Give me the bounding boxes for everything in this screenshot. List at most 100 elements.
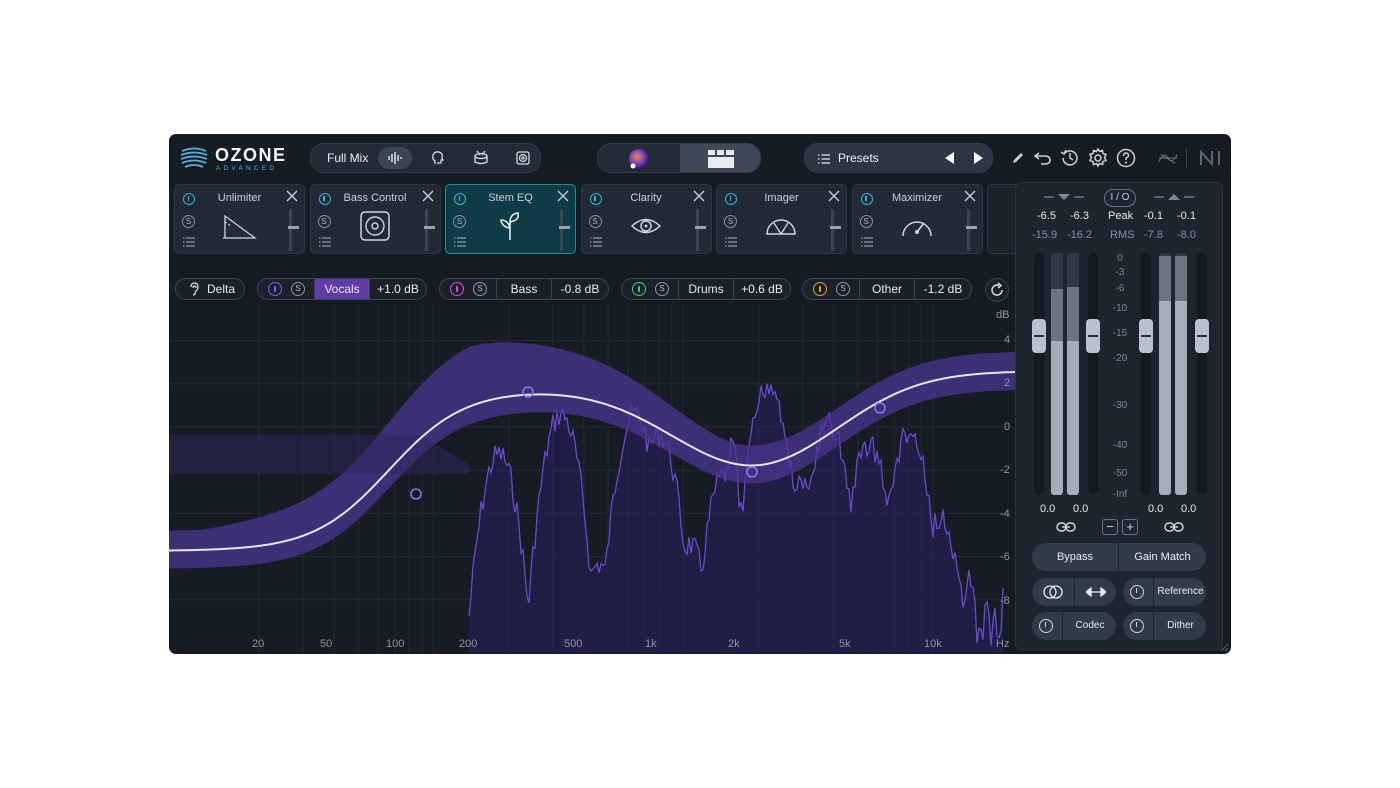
stem-gain-value[interactable]: +1.0 dB	[369, 279, 426, 299]
module-imager[interactable]: Imager S	[716, 184, 847, 254]
resize-grip-icon[interactable]	[1219, 642, 1229, 652]
settings-button[interactable]	[1087, 147, 1109, 169]
modules-view-button[interactable]	[680, 144, 760, 172]
gain-increase-button[interactable]: +	[1122, 519, 1138, 535]
module-gain-meter[interactable]	[830, 209, 841, 251]
reset-curve-button[interactable]	[985, 278, 1009, 302]
eq-graph[interactable]: dB 4 2 0 -2 -4 -6 -8 20 50 100 200 500 1k 2k 5k 10k Hz	[169, 304, 1015, 654]
vocals-mode-button[interactable]	[421, 147, 455, 169]
fader-knob[interactable]	[1032, 319, 1046, 353]
module-clarity[interactable]: Clarity S	[580, 184, 712, 254]
output-collapse-icon[interactable]	[1154, 193, 1194, 201]
stem-gain-value[interactable]: -0.8 dB	[551, 279, 608, 299]
reference-power-icon[interactable]	[1130, 585, 1144, 599]
solo-icon[interactable]: S	[317, 215, 331, 228]
presets-bar[interactable]: Presets	[804, 143, 993, 173]
module-stem-eq[interactable]: Stem EQ S	[445, 184, 576, 254]
stem-name-button[interactable]: Drums	[678, 279, 733, 299]
list-icon[interactable]	[589, 237, 602, 247]
next-preset-button[interactable]	[969, 149, 987, 167]
assistant-view-button[interactable]	[598, 144, 680, 172]
module-gain-meter[interactable]	[288, 209, 299, 251]
input-gain-left[interactable]: 0.0	[1040, 503, 1055, 515]
close-icon[interactable]	[422, 190, 434, 202]
gain-decrease-button[interactable]: −	[1102, 519, 1118, 535]
solo-icon[interactable]: S	[291, 282, 305, 296]
input-link-icon[interactable]	[1056, 521, 1076, 533]
swap-channels-button[interactable]	[1075, 578, 1116, 606]
solo-icon[interactable]: S	[473, 282, 487, 296]
solo-icon[interactable]: S	[724, 215, 737, 228]
fader-knob[interactable]	[1195, 319, 1209, 353]
close-icon[interactable]	[557, 190, 569, 202]
mono-button[interactable]	[1032, 578, 1074, 606]
module-bass-control[interactable]: Bass Control S	[309, 184, 441, 254]
undo-button[interactable]	[1032, 147, 1054, 169]
stem-name-button[interactable]: Bass	[496, 279, 551, 299]
bypass-button[interactable]: Bypass	[1032, 543, 1118, 571]
module-unlimiter[interactable]: Unlimiter S	[174, 184, 305, 254]
eq-node-1[interactable]	[410, 488, 422, 500]
close-icon[interactable]	[964, 190, 976, 202]
solo-icon[interactable]: S	[453, 215, 466, 228]
io-label[interactable]: I / O	[1104, 189, 1136, 207]
drums-mode-button[interactable]	[464, 147, 498, 169]
stem-gain-value[interactable]: +0.6 dB	[733, 279, 790, 299]
stem-power-icon[interactable]	[268, 282, 282, 296]
stem-name-button[interactable]: Vocals	[314, 279, 369, 299]
solo-icon[interactable]: S	[859, 215, 873, 228]
close-icon[interactable]	[693, 190, 705, 202]
module-gain-meter[interactable]	[694, 209, 706, 251]
gain-match-button[interactable]: Gain Match	[1119, 543, 1206, 571]
module-chain-more[interactable]	[987, 184, 1017, 254]
delta-button[interactable]: Delta	[175, 278, 245, 300]
stem-gain-value[interactable]: -1.2 dB	[914, 279, 971, 299]
module-gain-meter[interactable]	[965, 209, 977, 251]
stem-name-button[interactable]: Other	[859, 279, 914, 299]
output-fader-right[interactable]	[1195, 253, 1209, 495]
previous-preset-button[interactable]	[941, 149, 959, 167]
history-button[interactable]	[1059, 147, 1081, 169]
stem-power-icon[interactable]	[632, 282, 646, 296]
speaker-mode-button[interactable]	[506, 147, 540, 169]
db-tick-label: -2	[1000, 464, 1010, 476]
fader-knob[interactable]	[1086, 319, 1100, 353]
pencil-button[interactable]	[1007, 147, 1029, 169]
input-fader-right[interactable]	[1086, 253, 1100, 495]
full-mix-label[interactable]: Full Mix	[327, 151, 368, 165]
help-button[interactable]	[1115, 147, 1137, 169]
stem-power-icon[interactable]	[450, 282, 464, 296]
list-icon[interactable]	[183, 237, 195, 247]
codec-power-icon[interactable]	[1039, 619, 1053, 633]
codec-button[interactable]: Codec	[1032, 612, 1116, 640]
output-gain-left[interactable]: 0.0	[1148, 503, 1163, 515]
module-gain-meter[interactable]	[423, 209, 435, 251]
solo-icon[interactable]: S	[182, 215, 195, 228]
dither-button[interactable]: Dither	[1123, 612, 1206, 640]
signal-chain-button[interactable]	[1157, 147, 1179, 169]
close-icon[interactable]	[828, 190, 840, 202]
close-icon[interactable]	[286, 190, 298, 202]
solo-icon[interactable]: S	[588, 215, 602, 228]
input-gain-right[interactable]: 0.0	[1073, 503, 1088, 515]
reference-button[interactable]: Reference	[1123, 578, 1206, 606]
list-icon[interactable]	[860, 237, 873, 247]
waveform-mode-button[interactable]	[378, 147, 412, 169]
stem-power-icon[interactable]	[813, 282, 827, 296]
solo-icon[interactable]: S	[655, 282, 669, 296]
grid-view-icon	[708, 150, 734, 168]
output-gain-right[interactable]: 0.0	[1181, 503, 1196, 515]
module-maximizer[interactable]: Maximizer S	[851, 184, 983, 254]
eq-canvas[interactable]	[169, 304, 1015, 654]
module-gain-meter[interactable]	[559, 209, 570, 251]
input-fader-left[interactable]	[1032, 253, 1046, 495]
list-icon[interactable]	[725, 237, 737, 247]
list-icon[interactable]	[454, 237, 466, 247]
list-icon[interactable]	[318, 237, 331, 247]
dither-power-icon[interactable]	[1130, 619, 1144, 633]
output-fader-left[interactable]	[1139, 253, 1153, 495]
fader-knob[interactable]	[1139, 319, 1153, 353]
solo-icon[interactable]: S	[836, 282, 850, 296]
output-link-icon[interactable]	[1164, 521, 1184, 533]
input-collapse-icon[interactable]	[1044, 193, 1084, 201]
